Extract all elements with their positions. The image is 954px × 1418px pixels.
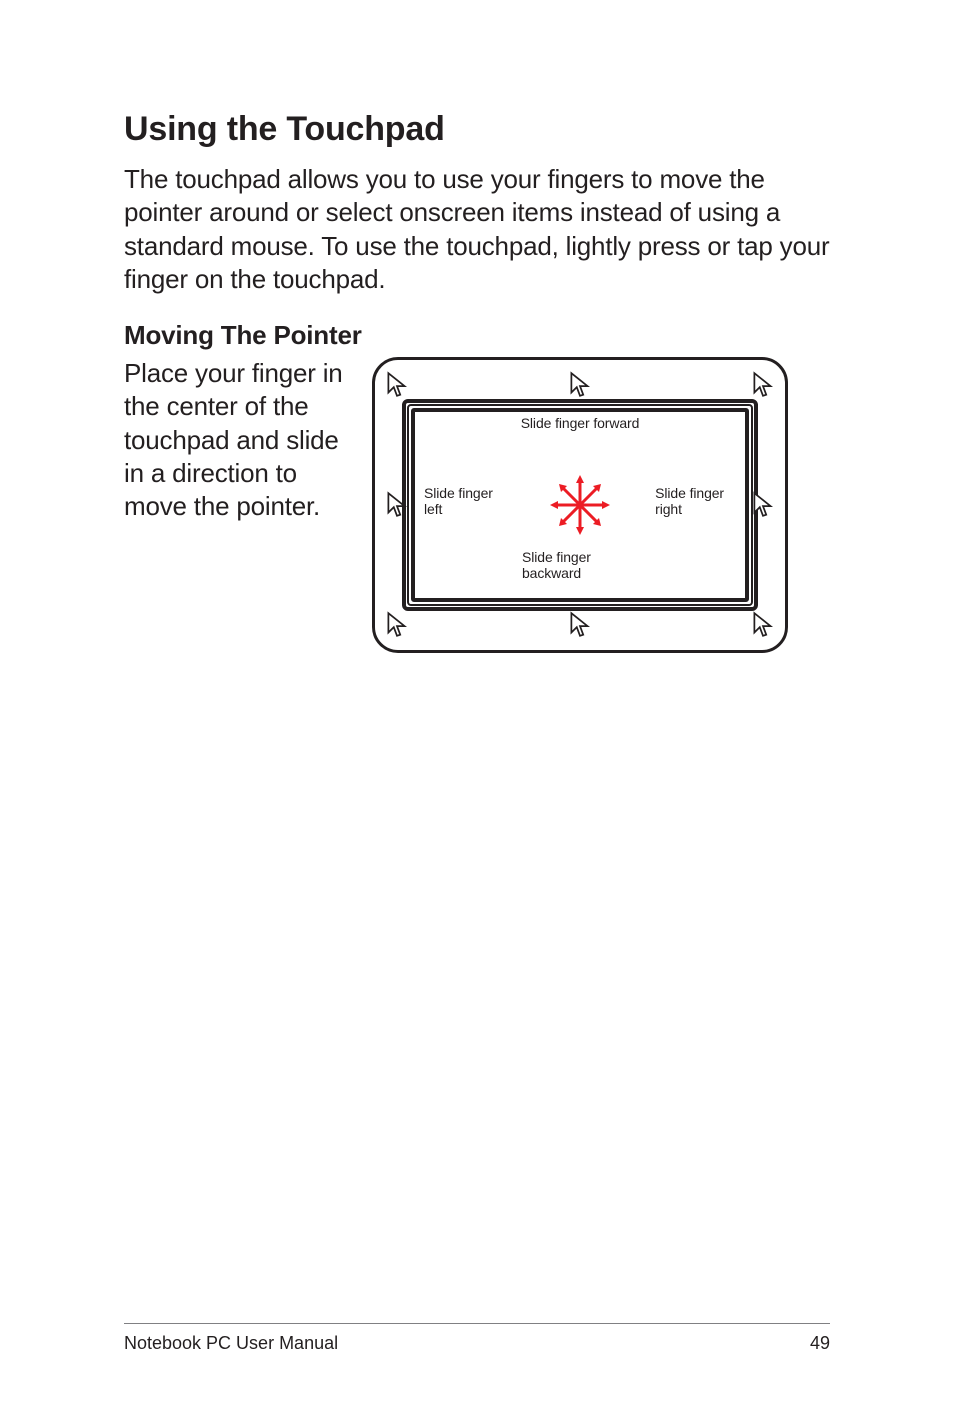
cursor-icon xyxy=(752,491,774,519)
cursor-icon xyxy=(752,611,774,639)
footer-divider xyxy=(124,1323,830,1324)
label-left: Slide finger left xyxy=(424,485,493,517)
label-forward: Slide finger forward xyxy=(521,415,640,431)
footer-title: Notebook PC User Manual xyxy=(124,1333,338,1354)
side-paragraph: Place your finger in the center of the t… xyxy=(124,357,350,523)
footer-page-number: 49 xyxy=(810,1333,830,1354)
cursor-icon xyxy=(569,371,591,399)
label-right: Slide finger right xyxy=(655,485,724,517)
cursor-icon xyxy=(752,371,774,399)
intro-paragraph: The touchpad allows you to use your fing… xyxy=(124,163,830,296)
cursor-icon xyxy=(386,371,408,399)
cursor-icon xyxy=(569,611,591,639)
cursor-icon xyxy=(386,611,408,639)
touchpad-diagram: Slide finger forward Slide finger left S… xyxy=(372,357,788,653)
direction-star-icon xyxy=(548,473,612,537)
subheading: Moving The Pointer xyxy=(124,320,830,351)
label-backward: Slide finger backward xyxy=(522,549,591,581)
page-heading: Using the Touchpad xyxy=(124,110,830,149)
cursor-icon xyxy=(386,491,408,519)
